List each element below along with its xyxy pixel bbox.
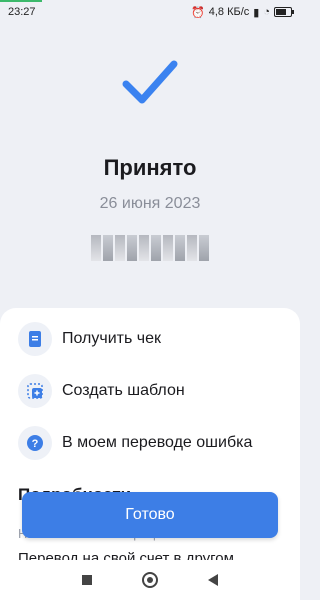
transaction-date: 26 июня 2023 xyxy=(99,195,201,212)
home-icon[interactable] xyxy=(142,572,158,588)
create-template-label: Создать шаблон xyxy=(62,382,185,399)
back-icon[interactable] xyxy=(208,574,218,586)
amount-blurred xyxy=(88,231,212,265)
report-error-button[interactable]: ? В моем переводе ошибка xyxy=(18,426,252,460)
status-time: 23:27 xyxy=(8,6,36,18)
signal-icon: ▮ xyxy=(253,6,260,19)
wifi-icon: ◔ xyxy=(263,6,270,18)
svg-text:?: ? xyxy=(32,438,39,450)
get-receipt-label: Получить чек xyxy=(62,330,161,347)
question-icon: ? xyxy=(18,426,52,460)
system-nav-bar xyxy=(0,560,300,600)
recent-apps-icon[interactable] xyxy=(82,575,92,585)
status-title: Принято xyxy=(103,155,197,180)
create-template-button[interactable]: Создать шаблон xyxy=(18,374,185,408)
done-button[interactable]: Готово xyxy=(22,492,278,538)
status-icons: ⏰ 4,8 КБ/с ▮ ◔ xyxy=(191,6,294,19)
get-receipt-button[interactable]: Получить чек xyxy=(18,322,161,356)
receipt-header: Принято 26 июня 2023 xyxy=(0,56,300,265)
template-add-icon xyxy=(18,374,52,408)
network-speed: 4,8 КБ/с xyxy=(208,6,250,18)
actions-sheet: Получить чек Создать шаблон ? В моем пер… xyxy=(0,308,300,600)
battery-icon xyxy=(274,7,294,17)
alarm-icon: ⏰ xyxy=(191,6,205,19)
status-bar: 23:27 ⏰ 4,8 КБ/с ▮ ◔ xyxy=(0,0,300,24)
receipt-icon xyxy=(18,322,52,356)
report-error-label: В моем переводе ошибка xyxy=(62,434,253,451)
checkmark-icon xyxy=(122,60,178,104)
